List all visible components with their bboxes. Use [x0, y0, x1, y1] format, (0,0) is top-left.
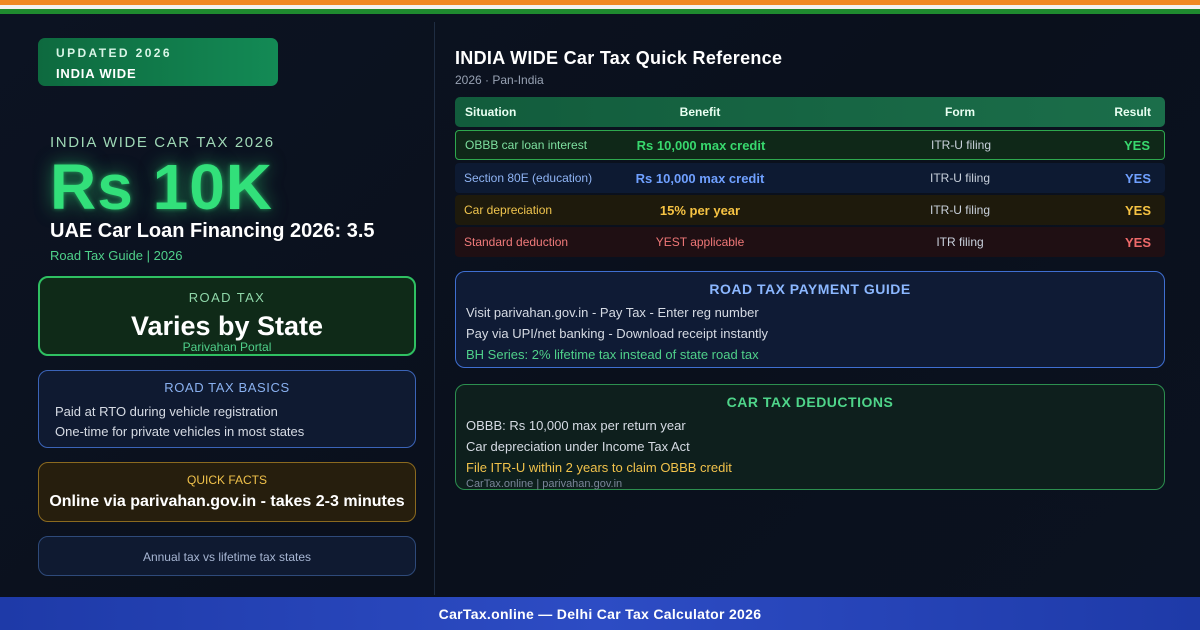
- road-tax-value: Varies by State: [130, 311, 324, 341]
- badge-line1: UPDATED 2026: [56, 46, 172, 60]
- row-form: ITR filing: [936, 235, 984, 249]
- hero-eyebrow: INDIA WIDE CAR TAX 2026: [50, 134, 275, 151]
- annual-tax-card: Annual tax vs lifetime tax states: [38, 536, 416, 576]
- quick-facts-card: QUICK FACTS Online via parivahan.gov.in …: [38, 462, 416, 522]
- row-result: YES: [1124, 170, 1151, 186]
- hero-amount: Rs 10K: [50, 151, 273, 223]
- row-benefit: 15% per year: [659, 202, 741, 218]
- row-form: ITR-U filing: [930, 138, 991, 152]
- deductions-line: OBBB: Rs 10,000 max per return year: [466, 418, 686, 433]
- deductions-line: File ITR-U within 2 years to claim OBBB …: [466, 460, 732, 475]
- header-benefit: Benefit: [679, 105, 721, 119]
- deductions-box: CAR TAX DEDUCTIONS OBBB: Rs 10,000 max p…: [455, 384, 1165, 490]
- row-benefit: Rs 10,000 max credit: [635, 170, 765, 186]
- header-situation: Situation: [465, 105, 517, 119]
- india-flag-stripe: [0, 0, 1200, 14]
- table-row: OBBB car loan interest Rs 10,000 max cre…: [455, 130, 1165, 160]
- road-tax-card: ROAD TAX Varies by State Parivahan Porta…: [38, 276, 416, 356]
- row-situation: Car depreciation: [464, 203, 553, 217]
- row-benefit: Rs 10,000 max credit: [636, 137, 766, 153]
- annual-tax-text: Annual tax vs lifetime tax states: [142, 550, 312, 564]
- basics-line: Paid at RTO during vehicle registration: [55, 404, 278, 419]
- badge-line2: INDIA WIDE: [56, 66, 137, 81]
- reference-title: INDIA WIDE Car Tax Quick Reference: [455, 48, 783, 68]
- table-row: Car depreciation 15% per year ITR-U fili…: [455, 195, 1165, 225]
- row-situation: OBBB car loan interest: [465, 138, 588, 152]
- green-stripe: [0, 9, 1200, 14]
- row-form: ITR-U filing: [929, 203, 990, 217]
- row-situation: Section 80E (education): [464, 171, 593, 185]
- footer-text: CarTax.online — Delhi Car Tax Calculator…: [438, 605, 762, 622]
- deductions-title: CAR TAX DEDUCTIONS: [726, 394, 894, 410]
- payment-guide-line: Pay via UPI/net banking - Download recei…: [466, 326, 769, 341]
- deductions-line: Car depreciation under Income Tax Act: [466, 439, 690, 454]
- row-situation: Standard deduction: [464, 235, 569, 249]
- deductions-source: CarTax.online | parivahan.gov.in: [466, 478, 623, 490]
- row-result: YES: [1123, 137, 1150, 153]
- basics-title: ROAD TAX BASICS: [164, 380, 290, 395]
- hero-headline: UAE Car Loan Financing 2026: 3.5: [50, 220, 375, 242]
- road-tax-basics-card: ROAD TAX BASICS Paid at RTO during vehic…: [38, 370, 416, 448]
- reference-subtitle: 2026 · Pan-India: [455, 73, 544, 87]
- row-result: YES: [1124, 202, 1151, 218]
- row-benefit: YEST applicable: [655, 235, 745, 249]
- payment-guide-box: ROAD TAX PAYMENT GUIDE Visit parivahan.g…: [455, 271, 1165, 368]
- basics-line: One-time for private vehicles in most st…: [55, 424, 305, 439]
- payment-guide-title: ROAD TAX PAYMENT GUIDE: [709, 281, 911, 297]
- hero-subline: Road Tax Guide | 2026: [50, 248, 183, 263]
- table-row: Standard deduction YEST applicable ITR f…: [455, 227, 1165, 257]
- facts-title: QUICK FACTS: [186, 473, 267, 487]
- updated-badge: UPDATED 2026 INDIA WIDE: [38, 38, 278, 86]
- footer-banner: CarTax.online — Delhi Car Tax Calculator…: [0, 597, 1200, 630]
- road-tax-label: ROAD TAX: [188, 290, 266, 305]
- header-result: Result: [1114, 105, 1151, 119]
- table-row: Section 80E (education) Rs 10,000 max cr…: [455, 163, 1165, 193]
- road-tax-note: Parivahan Portal: [182, 340, 272, 354]
- column-divider: [434, 22, 435, 595]
- payment-guide-line: Visit parivahan.gov.in - Pay Tax - Enter…: [466, 305, 759, 320]
- payment-guide-line: BH Series: 2% lifetime tax instead of st…: [466, 347, 759, 362]
- row-result: YES: [1124, 234, 1151, 250]
- reference-table-header: Situation Benefit Form Result: [455, 97, 1165, 127]
- row-form: ITR-U filing: [929, 171, 990, 185]
- facts-value: Online via parivahan.gov.in - takes 2-3 …: [49, 493, 405, 510]
- header-form: Form: [945, 105, 975, 119]
